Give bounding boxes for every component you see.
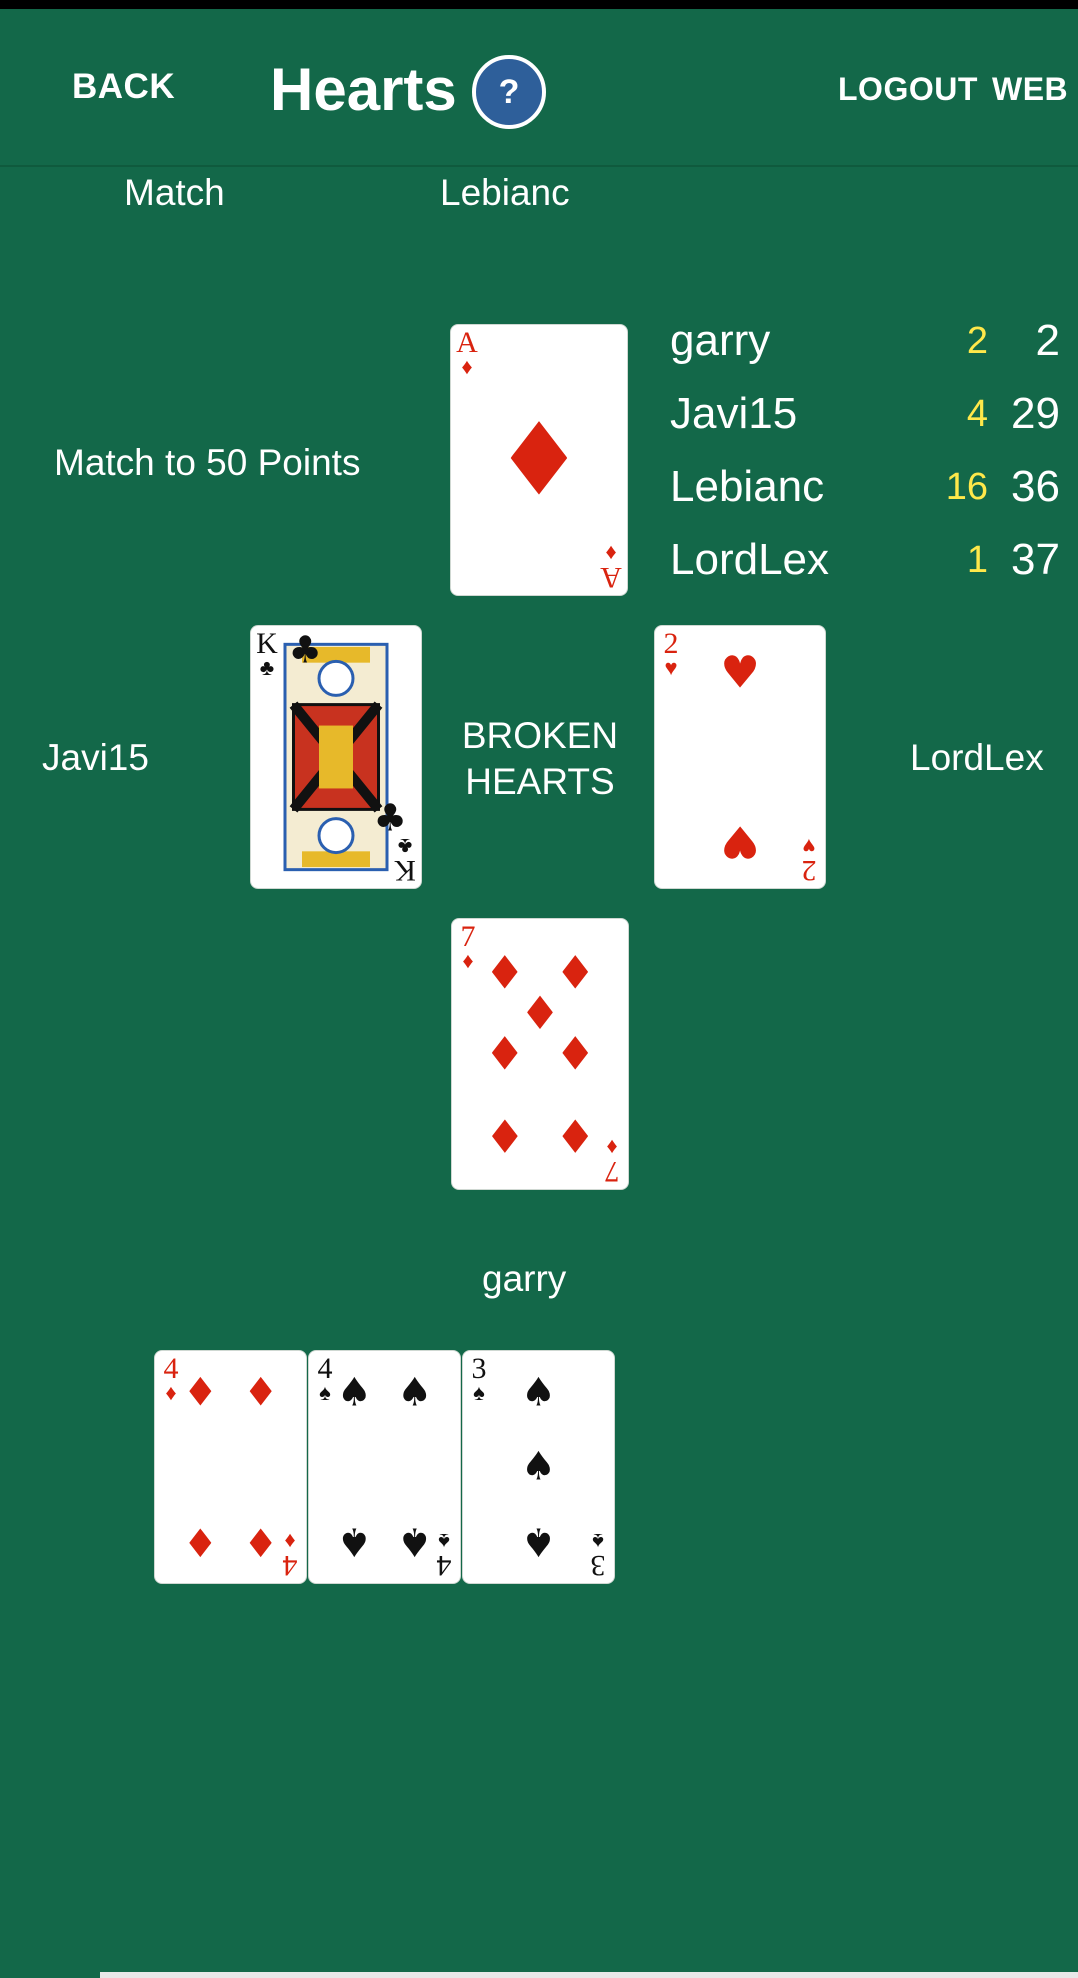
suit-pip: ♦: [555, 947, 596, 1000]
robe-pattern: [319, 725, 353, 789]
match-description: Match to 50 Points: [54, 442, 361, 483]
web-button[interactable]: WEB: [992, 71, 1068, 108]
card-face: ♦ ♦ ♦ ♦: [183, 1370, 279, 1564]
suit-pip: ♦: [183, 1519, 218, 1564]
suit-pip: ♠: [397, 1519, 432, 1564]
card-face: ♠ ♠ ♠: [521, 1370, 556, 1564]
score-row: LordLex 1 37: [670, 535, 1070, 595]
suit-pip: ♠: [521, 1519, 556, 1564]
status-bar: [0, 0, 1078, 9]
score-hand-points: 16: [945, 466, 988, 508]
bottom-player-name: garry: [482, 1258, 567, 1299]
match-label: Match: [124, 172, 225, 213]
page-title: Hearts: [270, 56, 457, 123]
suit-pip: ♦: [555, 1028, 596, 1081]
suit-pip: ♠: [337, 1370, 372, 1415]
score-total-points: 36: [1011, 462, 1060, 511]
score-player-name: Lebianc: [670, 462, 825, 511]
back-button[interactable]: BACK: [72, 67, 175, 107]
trick-card-top: A ♦ A ♦ ♦: [450, 324, 628, 596]
score-total-points: 29: [1011, 389, 1060, 438]
score-row: Javi15 4 29: [670, 389, 1070, 449]
card-face: ♠ ♠ ♠ ♠: [337, 1370, 433, 1564]
score-row: garry 2 2: [670, 316, 1070, 376]
king-head: [317, 817, 355, 855]
score-player-name: LordLex: [670, 535, 830, 584]
hand-card[interactable]: 3 ♠ 3 ♠ ♠ ♠ ♠: [462, 1350, 615, 1584]
status-line: BROKEN: [461, 715, 619, 756]
help-icon: ?: [498, 72, 520, 111]
status-line: HEARTS: [465, 761, 615, 802]
suit-pip: ♦: [243, 1519, 278, 1564]
suit-pip: ♦: [484, 1109, 525, 1162]
logout-button[interactable]: LOGOUT: [838, 71, 978, 108]
score-hand-points: 4: [966, 393, 988, 435]
suit-pip: ♦: [183, 1370, 218, 1415]
suit-pip: ♦: [243, 1370, 278, 1415]
card-face: ♣♣: [283, 628, 407, 872]
suit-pip: ♣: [288, 628, 322, 672]
suit-pip: ♠: [521, 1370, 556, 1415]
king-head: [317, 659, 355, 697]
help-button[interactable]: ?: [472, 55, 546, 129]
trick-card-bottom: 7 ♦ 7 ♦ ♦ ♦ ♦ ♦ ♦ ♦ ♦: [451, 918, 629, 1190]
app-header: BACK Hearts ? LOGOUT WEB: [0, 9, 1078, 167]
suit-pip: ♠: [397, 1370, 432, 1415]
suit-pip: ♠: [521, 1445, 556, 1490]
card-face: ♦: [494, 402, 584, 519]
score-total-points: 2: [1035, 316, 1060, 365]
broken-hearts-status: BROKEN HEARTS: [440, 713, 640, 805]
hand-card[interactable]: 4 ♦ 4 ♦ ♦ ♦ ♦ ♦: [154, 1350, 307, 1584]
suit-pip: ♠: [337, 1519, 372, 1564]
score-player-name: garry: [670, 316, 771, 365]
score-player-name: Javi15: [670, 389, 798, 438]
suit-pip: ♦: [484, 1028, 525, 1081]
hand-card[interactable]: 4 ♠ 4 ♠ ♠ ♠ ♠ ♠: [308, 1350, 461, 1584]
suit-pip: ♣: [373, 795, 407, 839]
score-total-points: 37: [1011, 535, 1060, 584]
trick-card-left: K ♣ K ♣ ♣ ♣: [250, 625, 422, 889]
card-face: ♦ ♦♦♦ ♦♦ ♦: [484, 947, 596, 1162]
top-player-name: Lebianc: [440, 172, 570, 213]
suit-pip: ♥: [720, 815, 760, 866]
suit-pip: ♦: [494, 402, 584, 519]
right-player-name: LordLex: [910, 737, 1044, 778]
suit-pip: ♦: [555, 1109, 596, 1162]
score-row: Lebianc 16 36: [670, 462, 1070, 522]
left-player-name: Javi15: [42, 737, 149, 778]
suit-pip: ♥: [720, 648, 760, 699]
trick-card-right: 2 ♥ 2 ♥ ♥ ♥: [654, 625, 826, 889]
navigation-bar: [100, 1972, 1078, 1978]
score-hand-points: 2: [966, 320, 988, 362]
card-face: ♥♥: [720, 648, 760, 867]
score-hand-points: 1: [966, 539, 988, 581]
